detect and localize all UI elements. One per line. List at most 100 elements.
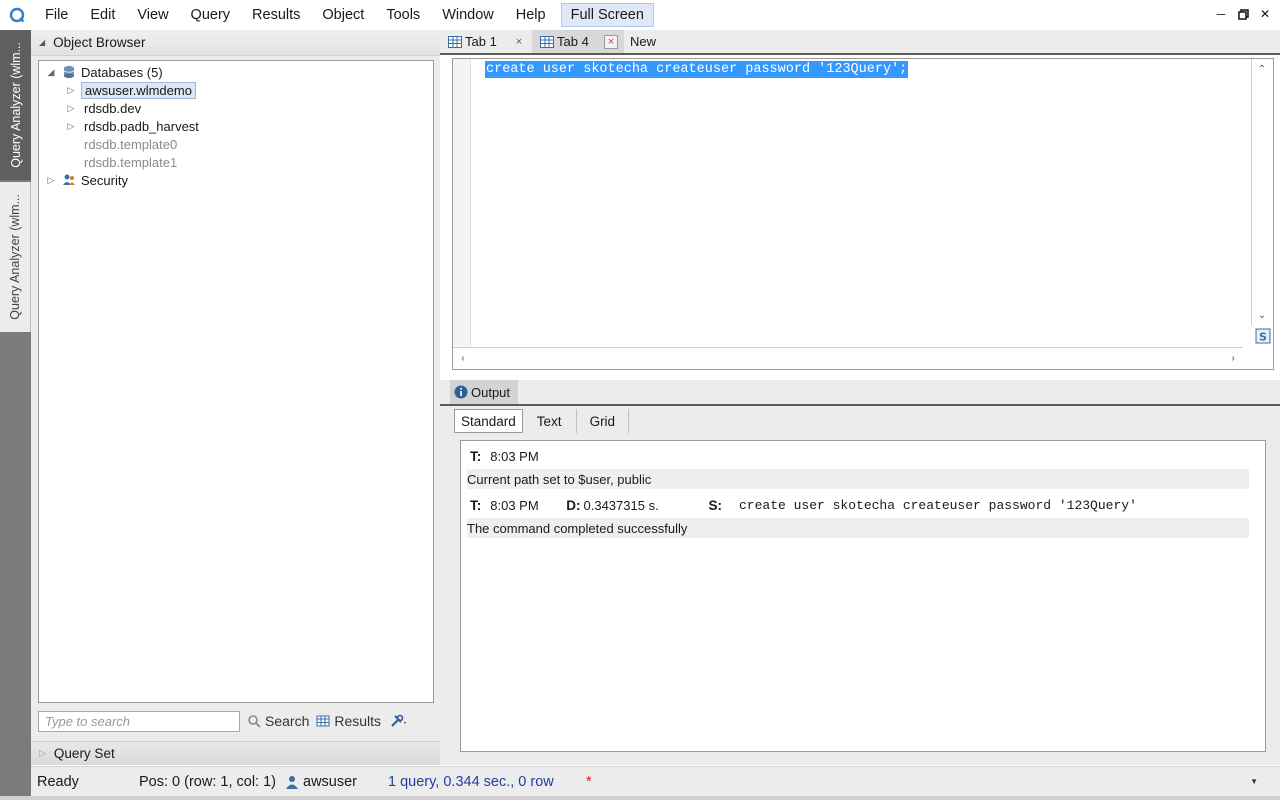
output-panel: Standard Text Grid T: 8:03 PM Current pa…: [440, 406, 1280, 765]
tree-label: rdsdb.template1: [84, 154, 178, 170]
tree-label: awsuser.wlmdemo: [81, 81, 196, 99]
scroll-down-icon[interactable]: ⌄: [1252, 305, 1272, 325]
collapsed-triangle-icon[interactable]: ▷: [65, 85, 77, 96]
user-icon: [286, 775, 298, 789]
output-tab[interactable]: Output: [450, 380, 519, 404]
time-label: T:: [470, 448, 482, 464]
message-row: T: 8:03 PM: [470, 446, 539, 466]
duration-value: 0.3437315 s.: [583, 497, 659, 513]
tab-standard[interactable]: Standard: [454, 409, 523, 433]
chevron-down-icon[interactable]: ▼: [1250, 777, 1258, 786]
users-icon: [61, 173, 77, 187]
search-icon: [248, 715, 261, 728]
databases-icon: [61, 65, 77, 79]
tree-node-rdsdb-template1[interactable]: rdsdb.template1: [84, 153, 177, 171]
tree-label: rdsdb.dev: [84, 100, 142, 116]
object-browser-title: Object Browser: [53, 35, 146, 50]
tab-grid[interactable]: Grid: [577, 409, 630, 433]
menu-bar: File Edit View Query Results Object Tool…: [0, 0, 1280, 30]
expand-triangle-icon[interactable]: ▷: [39, 748, 46, 759]
expanded-triangle-icon[interactable]: ◢: [45, 67, 57, 78]
tab-4[interactable]: Tab 4 ×: [532, 30, 624, 53]
message-row: T: 8:03 PM D: 0.3437315 s. S: create use…: [470, 495, 1137, 515]
tree-node-rdsdb-padb-harvest[interactable]: ▷ rdsdb.padb_harvest: [65, 117, 199, 135]
search-button[interactable]: Search: [247, 713, 309, 729]
window-controls: ─ ✕: [1212, 4, 1274, 24]
query-info: 1 query, 0.344 sec., 0 row: [388, 773, 554, 790]
tree-node-security[interactable]: ▷ Security: [45, 171, 128, 189]
side-tab-query-analyzer-1[interactable]: Query Analyzer (wlm...: [0, 30, 31, 180]
close-icon[interactable]: ×: [512, 35, 526, 49]
scroll-left-icon[interactable]: ‹: [453, 348, 473, 368]
message-row: Current path set to $user, public: [467, 469, 1249, 489]
time-label: T:: [470, 497, 482, 513]
menu-tools[interactable]: Tools: [375, 0, 431, 30]
status-ready: Ready: [37, 773, 79, 790]
status-bar: Ready Pos: 0 (row: 1, col: 1) awsuser 1 …: [31, 766, 1280, 796]
code-line-1[interactable]: create user skotecha createuser password…: [485, 61, 909, 78]
tree-label: rdsdb.padb_harvest: [84, 118, 199, 134]
tree-label: rdsdb.template0: [84, 136, 178, 152]
editor-gutter: [453, 59, 471, 349]
window-bottom-edge: [0, 796, 1280, 800]
sql-editor[interactable]: create user skotecha createuser password…: [452, 58, 1274, 370]
minimize-icon[interactable]: ─: [1212, 4, 1230, 24]
svg-text:S: S: [1259, 331, 1267, 344]
object-browser-panel: ◢ Object Browser ◢ Databases (5) ▷ awsus…: [31, 30, 440, 765]
table-icon: [448, 35, 462, 48]
statement-value: create user skotecha createuser password…: [739, 497, 1137, 513]
tree-node-rdsdb-template0[interactable]: rdsdb.template0: [84, 135, 177, 153]
time-value: 8:03 PM: [490, 497, 539, 513]
results-button[interactable]: Results: [316, 713, 381, 729]
new-tab-button[interactable]: New: [624, 30, 662, 53]
collapsed-triangle-icon[interactable]: ▷: [65, 121, 77, 132]
close-icon[interactable]: ×: [604, 34, 618, 49]
search-options-button[interactable]: [390, 713, 408, 729]
collapsed-triangle-icon[interactable]: ▷: [65, 103, 77, 114]
output-messages: T: 8:03 PM Current path set to $user, pu…: [460, 440, 1266, 752]
tree-node-databases[interactable]: ◢ Databases (5): [45, 63, 163, 81]
horizontal-scrollbar[interactable]: ‹ ›: [453, 347, 1243, 369]
vertical-scrollbar[interactable]: ⌃ ⌄: [1251, 59, 1273, 325]
menu-file[interactable]: File: [34, 0, 79, 30]
full-screen-button[interactable]: Full Screen: [560, 3, 654, 27]
message-text: Current path set to $user, public: [467, 471, 652, 487]
collapse-triangle-icon[interactable]: ◢: [39, 38, 45, 47]
tree-label: Databases (5): [81, 64, 163, 80]
tab-1[interactable]: Tab 1 ×: [440, 30, 532, 53]
tab-text[interactable]: Text: [523, 409, 577, 433]
restore-icon[interactable]: [1234, 4, 1252, 24]
menu-help[interactable]: Help: [505, 0, 557, 30]
scroll-right-icon[interactable]: ›: [1223, 348, 1243, 368]
menu-results[interactable]: Results: [241, 0, 311, 30]
cursor-position: Pos: 0 (row: 1, col: 1): [139, 773, 276, 790]
output-view-tabs: Standard Text Grid: [454, 409, 630, 433]
menu-edit[interactable]: Edit: [79, 0, 126, 30]
duration-label: D:: [566, 497, 581, 513]
scroll-up-icon[interactable]: ⌃: [1252, 59, 1272, 79]
table-icon: [540, 35, 554, 48]
menu-query[interactable]: Query: [180, 0, 242, 30]
query-set-title: Query Set: [53, 746, 115, 761]
object-browser-header[interactable]: ◢ Object Browser: [31, 30, 440, 56]
search-row: Search Results: [38, 710, 438, 732]
close-icon[interactable]: ✕: [1256, 4, 1274, 24]
search-input[interactable]: [38, 710, 240, 732]
message-text: The command completed successfully: [467, 520, 688, 536]
output-header: Output: [440, 380, 1280, 406]
side-tab-query-analyzer-2[interactable]: Query Analyzer (wlm...: [0, 182, 31, 332]
menu-view[interactable]: View: [126, 0, 179, 30]
tree-node-rdsdb-dev[interactable]: ▷ rdsdb.dev: [65, 99, 142, 117]
collapsed-triangle-icon[interactable]: ▷: [45, 175, 57, 186]
tree-node-awsuser-wlmdemo[interactable]: ▷ awsuser.wlmdemo: [65, 81, 196, 99]
info-icon: [454, 385, 468, 399]
side-document-strip: Query Analyzer (wlm... Query Analyzer (w…: [0, 30, 31, 800]
query-set-header[interactable]: ▷ Query Set: [31, 741, 440, 765]
tree-label: Security: [81, 172, 128, 188]
sync-icon[interactable]: S: [1255, 328, 1271, 344]
modified-marker: *: [586, 773, 592, 790]
menu-window[interactable]: Window: [431, 0, 505, 30]
connection-user: awsuser: [285, 774, 357, 790]
object-tree: ◢ Databases (5) ▷ awsuser.wlmdemo ▷ rdsd…: [38, 60, 434, 703]
menu-object[interactable]: Object: [311, 0, 375, 30]
